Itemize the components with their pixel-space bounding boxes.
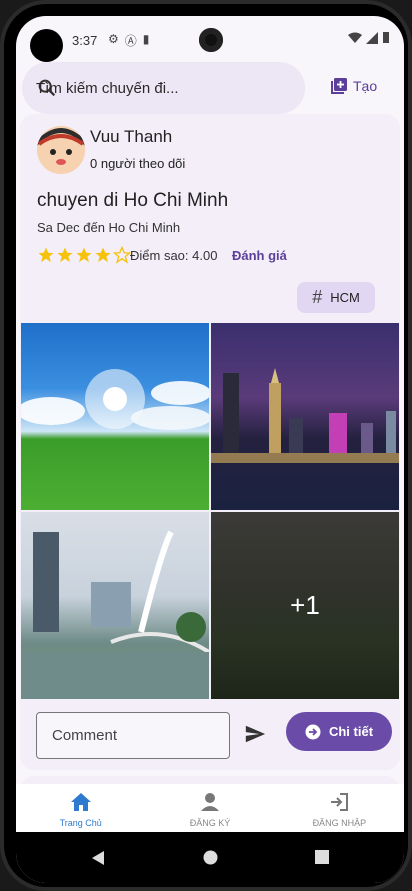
signal-icon xyxy=(366,31,378,44)
app-screen: 3:37 ⚙ Ⓐ ▮ Tìm kiếm chuyến đi... Tạo Vuu… xyxy=(16,16,404,883)
rate-link[interactable]: Đánh giá xyxy=(232,248,287,263)
arrow-circle-icon xyxy=(305,724,321,739)
comment-input[interactable]: Comment xyxy=(36,712,230,759)
send-icon[interactable] xyxy=(244,723,266,745)
trip-card: Vuu Thanh 0 người theo dõi chuyen di Ho … xyxy=(20,114,400,770)
star-rating xyxy=(37,246,131,264)
app-a-icon: Ⓐ xyxy=(124,34,137,48)
avatar-image xyxy=(37,126,85,174)
more-photos-overlay[interactable]: +1 xyxy=(211,512,399,699)
bottom-navigation: Trang Chủ ĐĂNG KÝ ĐĂNG NHẬP xyxy=(16,784,404,832)
star-icon xyxy=(38,247,54,263)
battery-icon xyxy=(383,32,389,43)
status-time: 3:37 xyxy=(72,33,98,48)
hashtag-icon: # xyxy=(312,287,323,307)
photo-city-night[interactable] xyxy=(211,323,399,510)
nav-item-register[interactable]: ĐĂNG KÝ xyxy=(145,784,274,832)
trip-title: chuyen di Ho Chi Minh xyxy=(37,190,229,211)
nav-item-login[interactable]: ĐĂNG NHẬP xyxy=(275,784,404,832)
user-name[interactable]: Vuu Thanh xyxy=(90,127,172,147)
star-icon xyxy=(95,247,111,263)
create-button[interactable]: Tạo xyxy=(331,78,377,94)
recents-icon[interactable] xyxy=(315,850,329,864)
tag-label: HCM xyxy=(330,290,360,305)
photo-bridge-image xyxy=(21,530,209,699)
avatar[interactable] xyxy=(37,126,85,174)
system-navigation xyxy=(16,832,404,883)
photo-sky-field-image xyxy=(21,369,209,430)
photo-grid: +1 xyxy=(21,323,399,699)
front-camera xyxy=(199,28,223,52)
status-right xyxy=(348,31,390,44)
nav-label-home: Trang Chủ xyxy=(59,818,102,828)
star-icon xyxy=(76,247,92,263)
search-input[interactable]: Tìm kiếm chuyến đi... xyxy=(36,80,179,97)
login-icon xyxy=(331,793,349,811)
detail-label: Chi tiết xyxy=(328,724,374,739)
star-icon xyxy=(57,247,73,263)
photo-sky-field[interactable] xyxy=(21,323,209,510)
front-camera-left xyxy=(30,29,63,62)
person-icon xyxy=(200,793,219,811)
gear-icon: ⚙ xyxy=(108,32,119,46)
tag-chip[interactable]: # HCM xyxy=(297,282,375,313)
back-icon[interactable] xyxy=(91,850,105,866)
sd-card-icon: ▮ xyxy=(142,32,150,46)
photo-city-night-image xyxy=(211,368,399,463)
trip-route: Sa Dec đến Ho Chi Minh xyxy=(37,220,181,235)
photo-bridge[interactable] xyxy=(21,512,209,699)
rating-label: Điểm sao: 4.00 xyxy=(130,248,218,263)
phone-frame: 3:37 ⚙ Ⓐ ▮ Tìm kiếm chuyến đi... Tạo Vuu… xyxy=(0,0,412,891)
status-bar: 3:37 ⚙ Ⓐ ▮ xyxy=(16,16,404,62)
photo-park[interactable]: +1 xyxy=(211,512,399,699)
status-icons: ⚙ Ⓐ ▮ xyxy=(108,32,149,49)
phone-bezel: 3:37 ⚙ Ⓐ ▮ Tìm kiếm chuyến đi... Tạo Vuu… xyxy=(4,4,408,887)
add-box-icon xyxy=(331,78,347,94)
detail-button[interactable]: Chi tiết xyxy=(286,712,392,751)
star-outline-icon xyxy=(113,246,131,264)
search-bar[interactable]: Tìm kiếm chuyến đi... xyxy=(22,62,305,114)
nav-item-home[interactable]: Trang Chủ xyxy=(16,784,145,832)
home-circle-icon[interactable] xyxy=(203,850,218,865)
home-icon xyxy=(70,793,91,811)
follower-count: 0 người theo dõi xyxy=(90,156,186,171)
wifi-icon xyxy=(348,32,362,43)
nav-label-register: ĐĂNG KÝ xyxy=(189,818,231,828)
nav-label-login: ĐĂNG NHẬP xyxy=(312,818,367,828)
create-label: Tạo xyxy=(353,78,378,94)
